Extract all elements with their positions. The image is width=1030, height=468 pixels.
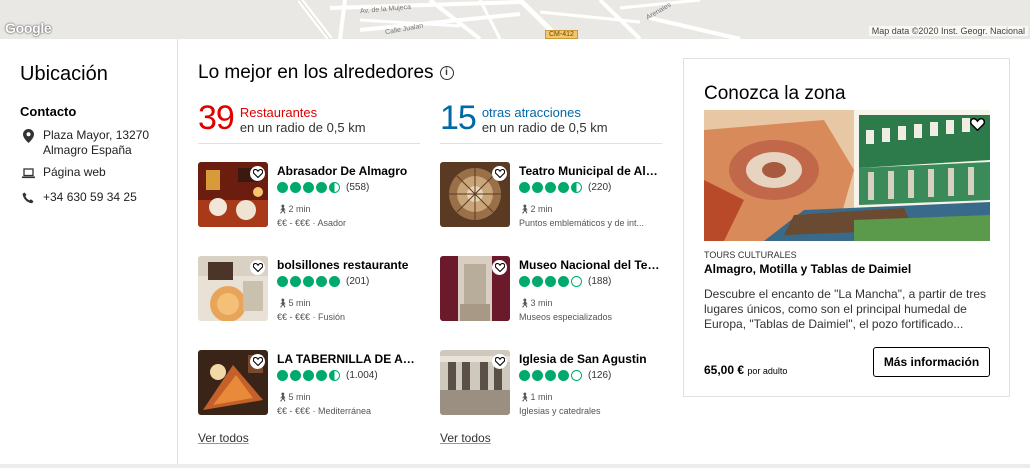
restaurant-name[interactable]: bolsillones restaurante bbox=[277, 258, 422, 272]
website-row[interactable]: Página web bbox=[20, 165, 153, 181]
walking-icon: 🚶︎ bbox=[277, 392, 289, 402]
restaurants-label: Restaurantes bbox=[239, 105, 318, 120]
walking-icon: 🚶︎ bbox=[277, 298, 289, 308]
walking-icon: 🚶︎ bbox=[519, 392, 531, 402]
restaurants-see-all-link[interactable]: Ver todos bbox=[198, 431, 249, 445]
save-heart-icon[interactable] bbox=[969, 116, 986, 133]
phone-number[interactable]: +34 630 59 34 25 bbox=[43, 190, 153, 205]
restaurants-count: 39 bbox=[198, 99, 235, 137]
tour-category: TOURS CULTURALES bbox=[704, 250, 797, 260]
review-count[interactable]: (188) bbox=[588, 276, 611, 287]
attraction-name[interactable]: Iglesia de San Agustin bbox=[519, 352, 664, 366]
rating-bubbles: (1.004) bbox=[277, 370, 378, 381]
attractions-header[interactable]: 15 otras atracciones en un radio de 0,5 … bbox=[440, 100, 662, 144]
rating-bubbles: (558) bbox=[277, 182, 369, 193]
walk-time: 🚶︎3 min bbox=[519, 298, 553, 308]
walking-icon: 🚶︎ bbox=[519, 298, 531, 308]
explore-area-title: Conozca la zona bbox=[704, 83, 846, 104]
walk-time: 🚶︎1 min bbox=[519, 392, 553, 402]
address-text: Plaza Mayor, 13270 Almagro España bbox=[43, 128, 150, 157]
map-strip[interactable]: Google Av. de la Mujeca Calle Jualan Are… bbox=[0, 0, 1030, 39]
phone-icon bbox=[20, 190, 36, 206]
phone-row[interactable]: +34 630 59 34 25 bbox=[20, 190, 153, 206]
rating-bubbles: (201) bbox=[277, 276, 369, 287]
restaurant-category: €€ - €€€ · Mediterránea bbox=[277, 406, 372, 416]
restaurant-item[interactable]: LA TABERNILLA DE ALMA... (1.004) 🚶︎5 min… bbox=[198, 350, 422, 416]
location-panel: Ubicación Contacto Plaza Mayor, 13270 Al… bbox=[0, 39, 178, 464]
location-title: Ubicación bbox=[20, 63, 108, 85]
restaurants-column: 39 Restaurantes en un radio de 0,5 km Ab… bbox=[198, 100, 422, 416]
review-count[interactable]: (201) bbox=[346, 276, 369, 287]
restaurant-photo[interactable] bbox=[198, 162, 268, 227]
save-heart-icon[interactable] bbox=[250, 260, 265, 275]
location-pin-icon bbox=[20, 128, 36, 144]
attraction-category: Puntos emblemáticos y de int... bbox=[519, 218, 645, 228]
attraction-item[interactable]: Teatro Municipal de Alm... (220) 🚶︎2 min… bbox=[440, 162, 664, 228]
walk-time: 🚶︎5 min bbox=[277, 392, 311, 402]
review-count[interactable]: (558) bbox=[346, 182, 369, 193]
website-link[interactable]: Página web bbox=[43, 165, 153, 180]
walk-time: 🚶︎2 min bbox=[277, 204, 311, 214]
restaurant-photo[interactable] bbox=[198, 350, 268, 415]
restaurant-item[interactable]: bolsillones restaurante (201) 🚶︎5 min €€… bbox=[198, 256, 420, 322]
save-heart-icon[interactable] bbox=[492, 354, 507, 369]
price-value: 65,00 € bbox=[704, 363, 745, 377]
nearby-title: Lo mejor en los alrededores i bbox=[198, 62, 454, 84]
contact-heading: Contacto bbox=[20, 104, 77, 119]
tour-description: Descubre el encanto de "La Mancha", a pa… bbox=[704, 287, 987, 331]
restaurant-category: €€ - €€€ · Fusión bbox=[277, 312, 346, 322]
rating-bubbles: (188) bbox=[519, 276, 611, 287]
attractions-label: otras atracciones bbox=[481, 105, 581, 120]
walking-icon: 🚶︎ bbox=[277, 204, 289, 214]
save-heart-icon[interactable] bbox=[492, 260, 507, 275]
info-icon[interactable]: i bbox=[439, 66, 454, 80]
bottom-divider bbox=[0, 464, 1030, 468]
attractions-radius: en un radio de 0,5 km bbox=[481, 120, 608, 135]
walk-time: 🚶︎5 min bbox=[277, 298, 311, 308]
rating-bubbles: (220) bbox=[519, 182, 611, 193]
restaurant-name[interactable]: LA TABERNILLA DE ALMA... bbox=[277, 352, 422, 366]
walking-icon: 🚶︎ bbox=[519, 204, 531, 214]
attractions-count: 15 bbox=[440, 99, 477, 137]
tour-image[interactable] bbox=[704, 110, 990, 241]
save-heart-icon[interactable] bbox=[250, 354, 265, 369]
attraction-item[interactable]: Iglesia de San Agustin (126) 🚶︎1 min Igl… bbox=[440, 350, 662, 416]
tour-price: 65,00 € por adulto bbox=[704, 363, 787, 377]
attraction-name[interactable]: Teatro Municipal de Alm... bbox=[519, 164, 664, 178]
attraction-category: Museos especializados bbox=[519, 312, 613, 322]
address-row: Plaza Mayor, 13270 Almagro España bbox=[20, 128, 153, 158]
map-credit: Map data ©2020 Inst. Geogr. Nacional bbox=[868, 26, 1028, 36]
save-heart-icon[interactable] bbox=[492, 166, 507, 181]
attraction-item[interactable]: Museo Nacional del Teatro (188) 🚶︎3 min … bbox=[440, 256, 664, 322]
road-badge: CM-412 bbox=[545, 30, 578, 39]
google-logo: Google bbox=[5, 20, 52, 36]
attraction-photo[interactable] bbox=[440, 162, 510, 227]
attractions-column: 15 otras atracciones en un radio de 0,5 … bbox=[440, 100, 664, 416]
attraction-name[interactable]: Museo Nacional del Teatro bbox=[519, 258, 664, 272]
restaurants-radius: en un radio de 0,5 km bbox=[239, 120, 366, 135]
restaurant-category: €€ - €€€ · Asador bbox=[277, 218, 347, 228]
laptop-icon bbox=[20, 165, 36, 181]
tour-name[interactable]: Almagro, Motilla y Tablas de Daimiel bbox=[704, 262, 911, 276]
review-count[interactable]: (126) bbox=[588, 370, 611, 381]
price-unit: por adulto bbox=[747, 366, 788, 376]
review-count[interactable]: (1.004) bbox=[346, 370, 378, 381]
rating-bubbles: (126) bbox=[519, 370, 611, 381]
save-heart-icon[interactable] bbox=[250, 166, 265, 181]
attraction-photo[interactable] bbox=[440, 350, 510, 415]
restaurant-item[interactable]: Abrasador De Almagro (558) 🚶︎2 min €€ - … bbox=[198, 162, 420, 228]
restaurants-header[interactable]: 39 Restaurantes en un radio de 0,5 km bbox=[198, 100, 420, 144]
attraction-photo[interactable] bbox=[440, 256, 510, 321]
nearby-title-text: Lo mejor en los alrededores bbox=[198, 62, 434, 83]
restaurant-photo[interactable] bbox=[198, 256, 268, 321]
explore-area-card: Conozca la zona TOURS CULTURALES Almagro… bbox=[683, 58, 1010, 397]
restaurant-name[interactable]: Abrasador De Almagro bbox=[277, 164, 422, 178]
attraction-category: Iglesias y catedrales bbox=[519, 406, 601, 416]
review-count[interactable]: (220) bbox=[588, 182, 611, 193]
more-info-button[interactable]: Más información bbox=[873, 347, 990, 377]
attractions-see-all-link[interactable]: Ver todos bbox=[440, 431, 491, 445]
walk-time: 🚶︎2 min bbox=[519, 204, 553, 214]
